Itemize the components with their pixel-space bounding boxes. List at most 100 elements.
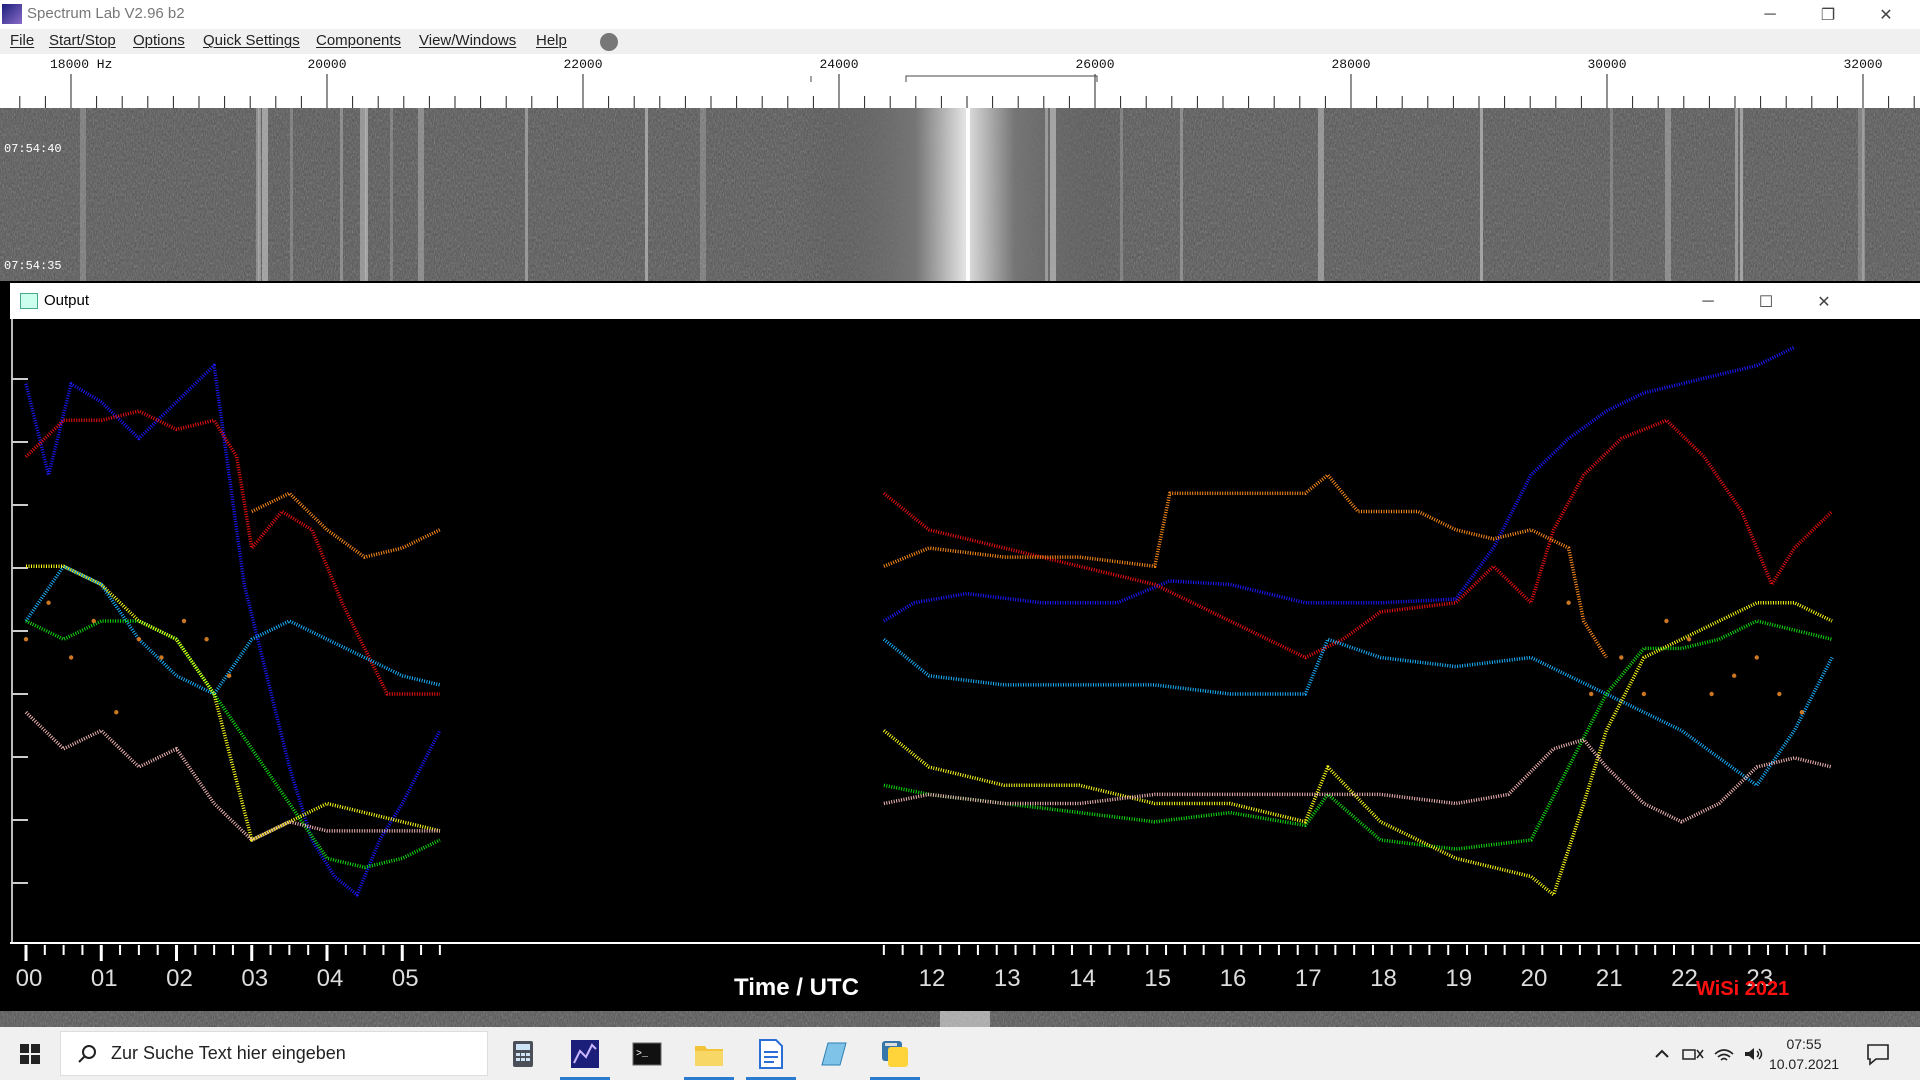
python-icon[interactable] [866,1027,924,1080]
x-axis-label: Time / UTC [734,974,859,1001]
waterfall-line [1862,108,1865,281]
chart-canvas: 00 01 02 03 04 05 12 13 14 15 16 17 18 19 20 21 22 23 Tim… [10,319,1920,1011]
frequency-tick-label: 20000 [307,57,346,72]
calculator-icon[interactable] [494,1027,552,1080]
file-explorer-icon[interactable] [680,1027,738,1080]
clock-time: 07:55 [1786,1036,1822,1052]
search-icon [78,1045,96,1063]
chart-point [181,618,187,624]
waterfall-line [525,108,528,281]
chart-point [1731,673,1737,678]
output-close-button[interactable]: ✕ [1796,287,1852,316]
title-bar: Spectrum Lab V2.96 b2 ─ ❐ ✕ [0,0,1920,29]
waterfall-line [1740,108,1743,281]
network-disconnected-icon[interactable] [1680,1044,1706,1064]
waterfall-line [390,108,393,281]
spectrum-lab-icon[interactable] [556,1027,614,1080]
waterfall-line [290,108,293,281]
waterfall-line [418,108,424,281]
x-tick-label: 22 [1671,965,1698,992]
minimize-button[interactable]: ─ [1742,0,1798,29]
chart-point [1709,691,1714,697]
chevron-up-icon[interactable] [1652,1044,1672,1064]
menu-options[interactable]: Options [133,32,185,49]
waterfall-line [1050,108,1056,281]
x-tick-label: 12 [919,965,946,992]
menu-file[interactable]: File [10,32,34,49]
taskbar: Zur Suche Text hier eingeben >_ 07:55 10… [0,1027,1920,1080]
x-tick-label: 01 [91,965,118,992]
windows-logo-icon [20,1043,40,1064]
x-tick-label: 02 [166,965,193,992]
output-title-bar: Output ─ ☐ ✕ [10,283,1920,319]
search-placeholder: Zur Suche Text hier eingeben [111,1043,346,1063]
waterfall-display[interactable]: 07:54:40 07:54:35 [0,108,1920,281]
menu-quick-settings[interactable]: Quick Settings [203,32,300,49]
svg-text:>_: >_ [636,1049,649,1060]
restore-button[interactable]: ❐ [1800,0,1856,29]
x-tick-label: 13 [994,965,1021,992]
clock-date: 10.07.2021 [1768,1056,1840,1072]
frequency-tick-label: 26000 [1075,57,1114,72]
waterfall-timestamp: 07:54:35 [4,259,62,273]
frequency-tick-label: 22000 [563,57,602,72]
menu-help[interactable]: Help [536,32,567,49]
chart-point [91,618,96,624]
menu-bar: File Start/Stop Options Quick Settings C… [0,29,1920,54]
waterfall-line [1180,108,1183,281]
waterfall-line [340,108,343,281]
taskbar-search-box[interactable]: Zur Suche Text hier eingeben [60,1031,488,1076]
frequency-unit-label: 18000 Hz [50,57,112,72]
waterfall-line [700,108,706,281]
waterfall-line [1735,108,1738,281]
x-tick-label: 21 [1596,965,1623,992]
chart-point [159,655,164,660]
wifi-icon[interactable] [1712,1044,1736,1064]
output-window-title: Output [44,292,90,309]
chart-point [68,655,74,660]
menu-view-windows[interactable]: View/Windows [419,32,516,49]
waterfall-line [1045,108,1048,281]
terminal-icon[interactable]: >_ [618,1027,676,1080]
chart-point [1664,618,1669,624]
x-tick-label: 18 [1370,965,1397,992]
start-button[interactable] [0,1027,60,1080]
filter-bracket[interactable] [905,75,1098,82]
waterfall-line [1665,108,1671,281]
menu-start-stop[interactable]: Start/Stop [49,32,116,49]
status-indicator-icon [600,33,618,51]
x-tick-label: 17 [1295,965,1322,992]
x-tick-label: 00 [16,965,43,992]
frequency-ruler-scale: 18000 Hz 20000 22000 24000 26000 28000 30000 3… [19,57,1915,108]
x-tick-label: 16 [1220,965,1247,992]
waterfall-line [1120,108,1123,281]
taskbar-clock[interactable]: 07:55 10.07.2021 [1760,1034,1848,1074]
chart-point [1777,691,1782,697]
document-icon[interactable] [742,1027,800,1080]
output-maximize-button[interactable]: ☐ [1738,287,1794,316]
waterfall-line [365,108,368,281]
output-window: Output ─ ☐ ✕ 00 01 02 03 04 05 12 13 14 15 16 17 18 1… [10,283,1920,1011]
chart-watermark: WiSi 2021 [1696,978,1789,1000]
window-title: Spectrum Lab V2.96 b2 [27,5,185,22]
x-tick-label: 19 [1445,965,1472,992]
frequency-tick-label: 32000 [1843,57,1882,72]
frequency-tick-label: 30000 [1587,57,1626,72]
app-icon [2,4,22,24]
x-tick-label: 05 [392,965,419,992]
waterfall-line [1318,108,1324,281]
notification-center-icon[interactable] [1866,1042,1890,1066]
frequency-ruler[interactable]: 18000 Hz 20000 22000 24000 26000 28000 30000 3… [0,54,1920,109]
x-tick-label: 15 [1144,965,1171,992]
notepad-icon[interactable] [804,1027,862,1080]
close-button[interactable]: ✕ [1858,0,1914,29]
menu-components[interactable]: Components [316,32,401,49]
waterfall-line [258,108,261,281]
waterfall-bottom-strip [0,1011,1920,1027]
output-minimize-button[interactable]: ─ [1680,287,1736,316]
waterfall-line [262,108,268,281]
x-tick-label: 20 [1521,965,1548,992]
waterfall-line [80,108,86,281]
output-window-icon [20,293,38,309]
chart-point [226,673,232,678]
